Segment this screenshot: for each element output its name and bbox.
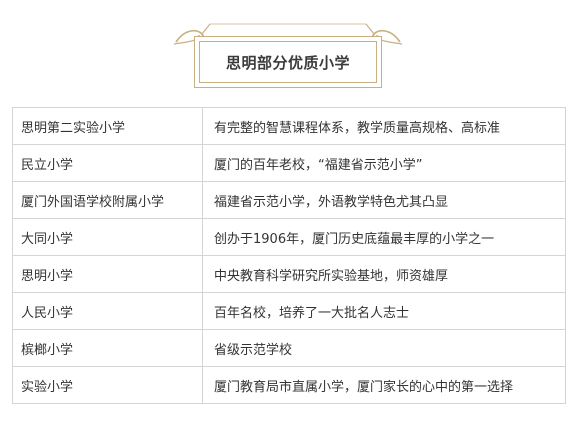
table-row: 大同小学 创办于1906年，厦门历史底蕴最丰厚的小学之一 (12, 218, 566, 256)
school-name-cell: 思明第二实验小学 (12, 107, 203, 145)
school-description-cell: 有完整的智慧课程体系，教学质量高规格、高标准 (202, 107, 566, 145)
title-banner: 思明部分优质小学 (172, 20, 404, 92)
school-name-cell: 民立小学 (12, 144, 203, 182)
page-title: 思明部分优质小学 (225, 53, 350, 72)
school-name-cell: 实验小学 (12, 366, 203, 404)
table-row: 厦门外国语学校附属小学 福建省示范小学，外语教学特色尤其凸显 (12, 181, 566, 219)
school-name-cell: 槟榔小学 (12, 329, 203, 367)
school-description-cell: 福建省示范小学，外语教学特色尤其凸显 (202, 181, 566, 219)
table-row: 民立小学 厦门的百年老校，“福建省示范小学” (12, 144, 566, 182)
school-name-cell: 人民小学 (12, 292, 203, 330)
title-frame-inner: 思明部分优质小学 (199, 41, 377, 83)
school-description-cell: 省级示范学校 (202, 329, 566, 367)
school-name-cell: 大同小学 (12, 218, 203, 256)
schools-table-body: 思明第二实验小学 有完整的智慧课程体系，教学质量高规格、高标准 民立小学 厦门的百年老… (12, 107, 566, 404)
school-description-cell: 厦门的百年老校，“福建省示范小学” (202, 144, 566, 182)
table-row: 槟榔小学 省级示范学校 (12, 329, 566, 367)
table-row: 人民小学 百年名校，培养了一大批名人志士 (12, 292, 566, 330)
table-row: 思明第二实验小学 有完整的智慧课程体系，教学质量高规格、高标准 (12, 107, 566, 145)
schools-table: 思明第二实验小学 有完整的智慧课程体系，教学质量高规格、高标准 民立小学 厦门的百年老… (12, 107, 566, 404)
table-row: 思明小学 中央教育科学研究所实验基地，师资雄厚 (12, 255, 566, 293)
title-frame: 思明部分优质小学 (194, 36, 382, 88)
school-description-cell: 中央教育科学研究所实验基地，师资雄厚 (202, 255, 566, 293)
school-description-cell: 厦门教育局市直属小学，厦门家长的心中的第一选择 (202, 366, 566, 404)
table-row: 实验小学 厦门教育局市直属小学，厦门家长的心中的第一选择 (12, 366, 566, 404)
school-description-cell: 创办于1906年，厦门历史底蕴最丰厚的小学之一 (202, 218, 566, 256)
school-description-cell: 百年名校，培养了一大批名人志士 (202, 292, 566, 330)
school-name-cell: 厦门外国语学校附属小学 (12, 181, 203, 219)
school-name-cell: 思明小学 (12, 255, 203, 293)
